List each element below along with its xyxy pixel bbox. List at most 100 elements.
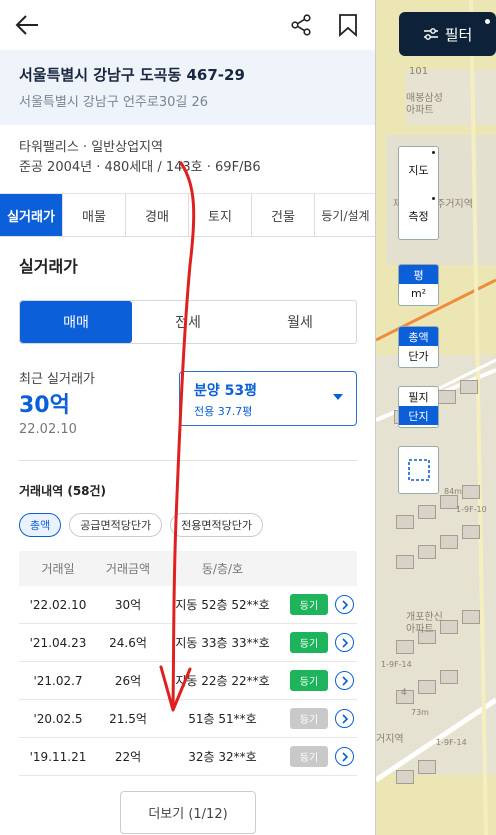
row-detail-cell bbox=[332, 595, 357, 614]
row-date: '19.11.21 bbox=[29, 749, 87, 764]
map-building bbox=[396, 640, 414, 654]
table-row[interactable]: '21.04.23 24.6억 지동 33층 33**호 등기 bbox=[19, 624, 357, 662]
map-label-distance: 84m bbox=[444, 487, 462, 496]
filter-active-dot bbox=[485, 19, 490, 24]
dot-icon bbox=[432, 197, 435, 200]
filter-button[interactable]: 필터 bbox=[399, 12, 496, 56]
unit-toggle[interactable]: 평 m² bbox=[398, 264, 439, 306]
map-label-lot: 4 bbox=[401, 688, 407, 698]
tab-registry[interactable]: 등기/설계 bbox=[315, 194, 375, 236]
col-unit: 동/층/호 bbox=[201, 562, 244, 576]
registry-badge[interactable]: 등기 bbox=[290, 594, 328, 615]
row-detail-cell bbox=[332, 709, 357, 728]
map-building bbox=[462, 485, 480, 499]
layer-parcel[interactable]: 필지 bbox=[399, 387, 438, 406]
more-button[interactable]: 더보기 (1/12) bbox=[120, 791, 256, 834]
map-label-lot: 1-9F-14 bbox=[381, 660, 412, 669]
filter-icon bbox=[423, 28, 438, 40]
back-arrow-icon[interactable] bbox=[14, 13, 40, 37]
bookmark-icon[interactable] bbox=[338, 13, 358, 37]
chevron-right-icon[interactable] bbox=[335, 633, 354, 652]
building-name-zone: 타워팰리스 · 일반상업지역 bbox=[19, 140, 163, 155]
layer-toggle[interactable]: 필지 단지 bbox=[398, 386, 439, 428]
recent-price-label: 최근 실거래가 bbox=[19, 372, 95, 387]
measure-button[interactable]: 측정 bbox=[399, 193, 438, 239]
row-detail-cell bbox=[332, 633, 357, 652]
map-type-button[interactable]: 지도 bbox=[399, 147, 438, 193]
table-header: 거래일 거래금액 동/층/호 bbox=[19, 551, 357, 586]
table-row[interactable]: '22.02.10 30억 지동 52층 52**호 등기 bbox=[19, 586, 357, 624]
tab-building[interactable]: 건물 bbox=[252, 194, 315, 236]
chip-supply-unit-price[interactable]: 공급면적당단가 bbox=[69, 513, 163, 537]
row-date: '21.04.23 bbox=[29, 635, 87, 650]
row-amount: 30억 bbox=[114, 598, 142, 612]
history-title: 거래내역 (58건) bbox=[19, 484, 107, 498]
segment-sale[interactable]: 매매 bbox=[20, 301, 132, 343]
building-specs: 준공 2004년 · 480세대 / 143호 · 69F/B6 bbox=[19, 160, 261, 175]
price-unit[interactable]: 단가 bbox=[399, 346, 438, 365]
area-select-icon bbox=[407, 459, 430, 481]
registry-badge[interactable]: 등기 bbox=[290, 632, 328, 653]
price-toggle[interactable]: 총액 단가 bbox=[398, 326, 439, 368]
row-registry-cell: 등기 bbox=[286, 708, 332, 729]
price-total[interactable]: 총액 bbox=[399, 327, 438, 346]
unit-m2[interactable]: m² bbox=[399, 284, 438, 303]
row-detail-cell bbox=[332, 671, 357, 690]
tab-listings[interactable]: 매물 bbox=[63, 194, 126, 236]
chevron-right-icon[interactable] bbox=[335, 595, 354, 614]
address-box: 서울특별시 강남구 도곡동 467-29 서울특별시 강남구 언주로30길 26 bbox=[0, 50, 375, 125]
row-registry-cell: 등기 bbox=[286, 670, 332, 691]
address-main: 서울특별시 강남구 도곡동 467-29 bbox=[19, 66, 245, 84]
tab-land[interactable]: 토지 bbox=[189, 194, 252, 236]
unit-pyeong[interactable]: 평 bbox=[399, 265, 438, 284]
area-dropdown[interactable]: 분양 53평 전용 37.7평 bbox=[179, 371, 357, 426]
area-supply: 분양 53평 bbox=[194, 383, 257, 399]
registry-badge[interactable]: 등기 bbox=[290, 708, 328, 729]
dot-icon bbox=[432, 151, 435, 154]
map-building bbox=[396, 515, 414, 529]
chevron-right-icon[interactable] bbox=[335, 747, 354, 766]
share-icon[interactable] bbox=[290, 14, 312, 36]
map-type-label: 지도 bbox=[408, 164, 429, 177]
row-unit: 지동 52층 52**호 bbox=[175, 598, 270, 612]
row-unit: 지동 22층 22**호 bbox=[175, 674, 270, 688]
chevron-right-icon[interactable] bbox=[335, 709, 354, 728]
registry-badge[interactable]: 등기 bbox=[290, 746, 328, 767]
map-view[interactable]: 101 매봉삼성 아파트 제3종일반주거지역 개포한신 아파트 거지역 84m … bbox=[376, 0, 496, 835]
section-title: 실거래가 bbox=[19, 257, 78, 276]
segment-jeonse[interactable]: 전세 bbox=[132, 301, 244, 343]
layer-complex[interactable]: 단지 bbox=[399, 406, 438, 425]
row-date: '22.02.10 bbox=[29, 597, 87, 612]
row-amount: 21.5억 bbox=[109, 712, 147, 726]
map-tool-group: 지도 측정 bbox=[398, 146, 439, 240]
table-row[interactable]: '21.02.7 26억 지동 22층 22**호 등기 bbox=[19, 662, 357, 700]
chevron-right-icon[interactable] bbox=[335, 671, 354, 690]
measure-label: 측정 bbox=[408, 210, 429, 223]
row-amount: 24.6억 bbox=[109, 636, 147, 650]
row-amount: 22억 bbox=[114, 750, 142, 764]
map-building bbox=[440, 670, 458, 684]
map-label-apartment: 매봉삼성 아파트 bbox=[406, 93, 443, 116]
row-date: '21.02.7 bbox=[33, 673, 83, 688]
tab-auction[interactable]: 경매 bbox=[126, 194, 189, 236]
map-building bbox=[418, 505, 436, 519]
row-registry-cell: 등기 bbox=[286, 632, 332, 653]
tab-bar: 실거래가 매물 경매 토지 건물 등기/설계 bbox=[0, 194, 375, 237]
chip-exclusive-unit-price[interactable]: 전용면적당단가 bbox=[170, 513, 263, 537]
map-building bbox=[418, 545, 436, 559]
tab-transactions[interactable]: 실거래가 bbox=[0, 194, 63, 236]
map-building bbox=[462, 525, 480, 539]
map-label-lot: 1-9F-14 bbox=[436, 738, 467, 747]
map-building bbox=[396, 770, 414, 784]
table-row[interactable]: '19.11.21 22억 32층 32**호 등기 bbox=[19, 738, 357, 776]
chip-total[interactable]: 총액 bbox=[19, 513, 62, 537]
table-row[interactable]: '20.02.5 21.5억 51층 51**호 등기 bbox=[19, 700, 357, 738]
map-label-building-number: 101 bbox=[409, 66, 429, 77]
deal-type-segment: 매매 전세 월세 bbox=[19, 300, 357, 344]
map-building bbox=[438, 390, 456, 404]
map-label-apartment-2: 개포한신 아파트 bbox=[406, 612, 443, 635]
area-select-button[interactable] bbox=[398, 446, 439, 494]
registry-badge[interactable]: 등기 bbox=[290, 670, 328, 691]
segment-monthly[interactable]: 월세 bbox=[244, 301, 356, 343]
map-label-lot: 1-9F-10 bbox=[456, 505, 487, 514]
